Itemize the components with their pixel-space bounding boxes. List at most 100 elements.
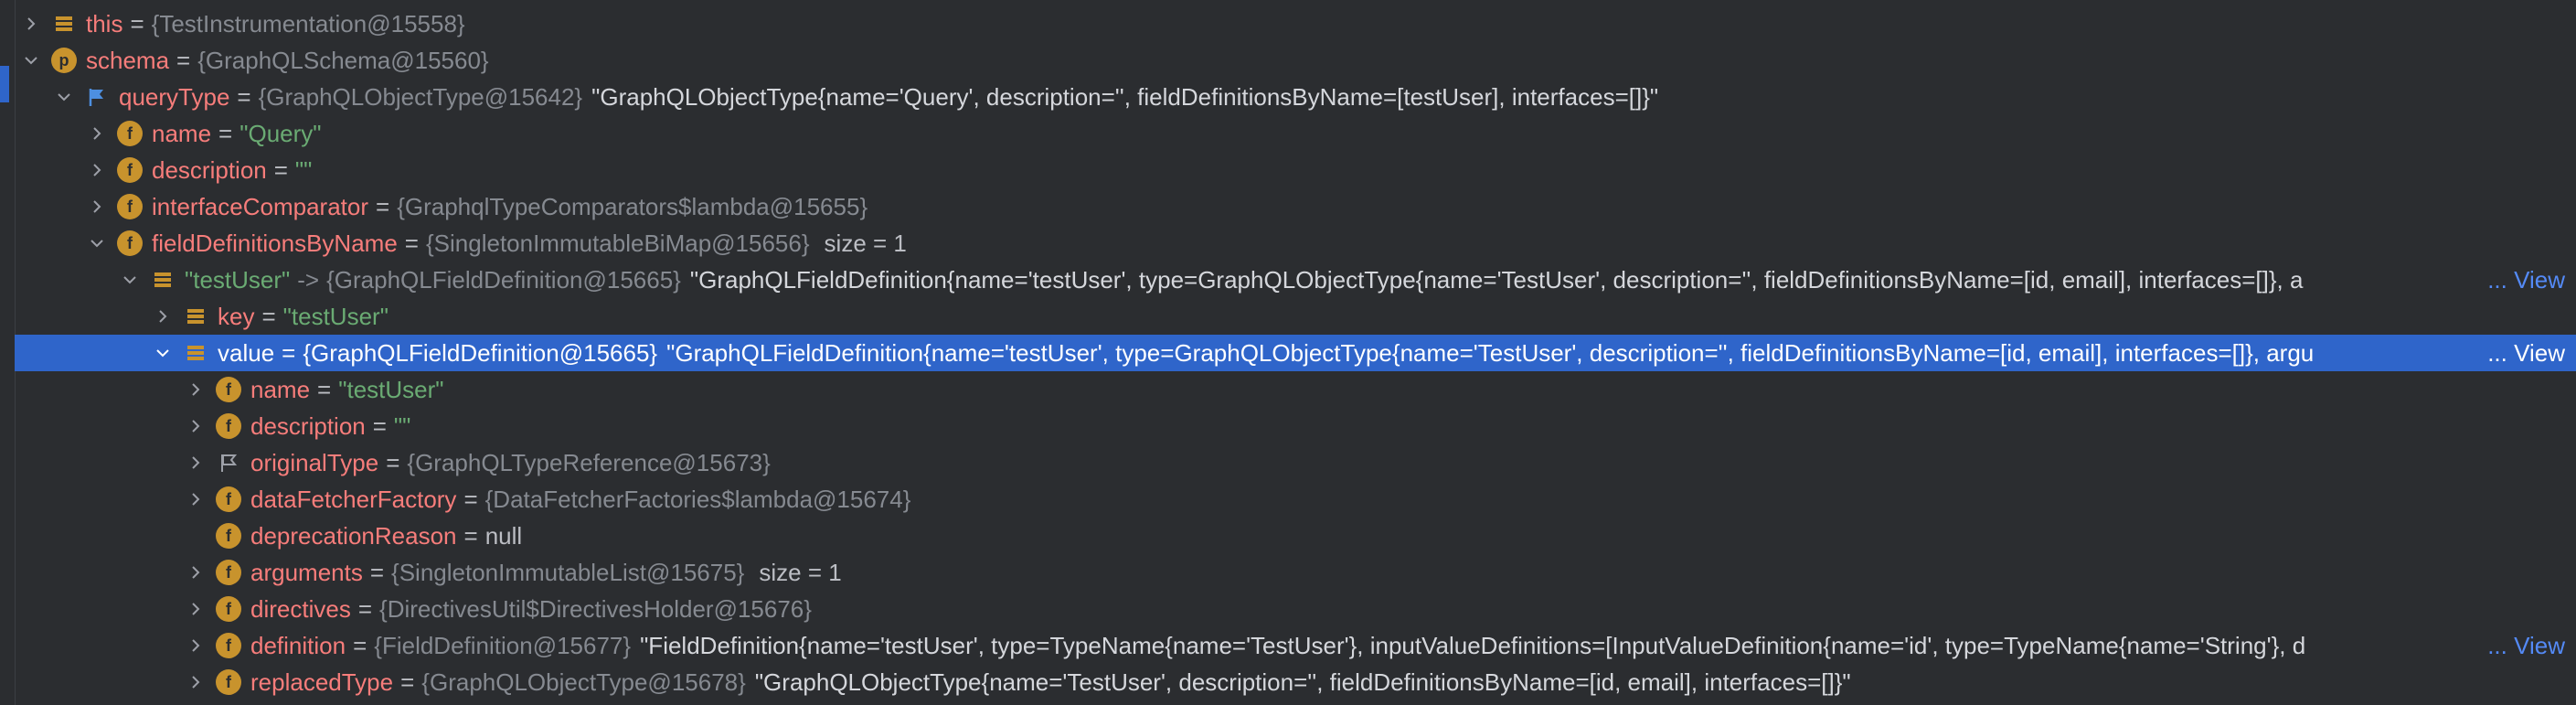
flag-icon [84, 84, 110, 110]
chevron-right-icon[interactable] [185, 452, 207, 474]
object-reference: {SingletonImmutableList@15675} [391, 558, 745, 586]
equals-sign: = [372, 411, 387, 440]
chevron-right-icon[interactable] [185, 598, 207, 620]
field-icon: f [117, 121, 143, 146]
chevron-right-icon[interactable] [185, 415, 207, 437]
tree-row-replacedtype[interactable]: f replacedType = {GraphQLObjectType@1567… [15, 664, 2576, 700]
chevron-down-icon[interactable] [20, 49, 42, 71]
view-link[interactable]: ... View [2482, 627, 2565, 664]
object-description: "FieldDefinition{name='testUser', type=T… [640, 631, 2306, 659]
variable-name: definition [250, 631, 346, 659]
list-icon [51, 11, 77, 37]
object-reference: {GraphQLTypeReference@15673} [407, 448, 771, 476]
collection-size: size = 1 [824, 229, 907, 257]
string-value: "" [294, 155, 313, 184]
chevron-right-icon[interactable] [86, 196, 108, 218]
tree-row-name[interactable]: f name = "Query" [15, 115, 2576, 152]
field-icon: f [216, 486, 241, 512]
field-icon: f [117, 194, 143, 219]
variable-name: description [250, 411, 366, 440]
chevron-down-icon[interactable] [119, 269, 141, 291]
tree-row-querytype[interactable]: queryType = {GraphQLObjectType@15642} "G… [15, 79, 2576, 115]
string-value: "testUser" [338, 375, 444, 403]
variable-name: directives [250, 594, 351, 623]
tree-row-interfacecomparator[interactable]: f interfaceComparator = {GraphqlTypeComp… [15, 188, 2576, 225]
tree-row-description[interactable]: f description = "" [15, 152, 2576, 188]
tree-row-deprecationreason[interactable]: f deprecationReason = null [15, 518, 2576, 554]
tree-row-this[interactable]: this = {TestInstrumentation@15558} [15, 5, 2576, 42]
variable-name: interfaceComparator [152, 192, 368, 220]
chevron-right-icon[interactable] [185, 635, 207, 657]
variable-name: dataFetcherFactory [250, 485, 457, 513]
view-link[interactable]: ... View [2482, 262, 2565, 298]
collection-size: size = 1 [759, 558, 842, 586]
field-icon: f [216, 633, 241, 658]
chevron-down-icon[interactable] [53, 86, 75, 108]
object-reference: {SingletonImmutableBiMap@15656} [425, 229, 810, 257]
chevron-right-icon[interactable] [152, 305, 174, 327]
ellipsis: ... [2487, 632, 2507, 659]
tree-row-definition[interactable]: f definition = {FieldDefinition@15677} "… [15, 627, 2576, 664]
chevron-right-icon[interactable] [185, 488, 207, 510]
tree-row-map-entry[interactable]: "testUser" -> {GraphQLFieldDefinition@15… [15, 262, 2576, 298]
tree-row-arguments[interactable]: f arguments = {SingletonImmutableList@15… [15, 554, 2576, 591]
equals-sign: = [463, 485, 478, 513]
variable-name: name [152, 119, 212, 147]
parameter-icon: p [51, 48, 77, 73]
equals-sign: = [369, 558, 385, 586]
chevron-right-icon[interactable] [86, 123, 108, 144]
object-reference: {DataFetcherFactories$lambda@15674} [484, 485, 911, 513]
gutter-selection-marker [0, 66, 9, 102]
equals-sign: = [404, 229, 419, 257]
tree-row-originaltype[interactable]: originalType = {GraphQLTypeReference@156… [15, 444, 2576, 481]
chevron-right-icon[interactable] [20, 13, 42, 35]
field-icon: f [216, 596, 241, 622]
variable-name: value [218, 338, 275, 367]
object-reference: {GraphqlTypeComparators$lambda@15655} [397, 192, 868, 220]
object-reference: {GraphQLFieldDefinition@15665} [326, 265, 681, 294]
view-link-label: View [2514, 266, 2565, 294]
chevron-right-icon[interactable] [185, 671, 207, 693]
equals-sign: = [357, 594, 373, 623]
field-icon: f [216, 669, 241, 695]
equals-sign: = [386, 448, 400, 476]
tree-row-fielddefinitionsbyname[interactable]: f fieldDefinitionsByName = {SingletonImm… [15, 225, 2576, 262]
equals-sign: = [317, 375, 332, 403]
tree-row-schema[interactable]: p schema = {GraphQLSchema@15560} [15, 42, 2576, 79]
equals-sign: = [463, 521, 478, 550]
string-value: "Query" [240, 119, 322, 147]
object-reference: {GraphQLFieldDefinition@15665} [303, 338, 658, 367]
tree-row-directives[interactable]: f directives = {DirectivesUtil$Directive… [15, 591, 2576, 627]
tree-row-datafetcherfactory[interactable]: f dataFetcherFactory = {DataFetcherFacto… [15, 481, 2576, 518]
equals-sign: = [130, 9, 144, 37]
object-description: "GraphQLFieldDefinition{name='testUser',… [689, 265, 2304, 294]
tree-row-name[interactable]: f name = "testUser" [15, 371, 2576, 408]
tree-row-description[interactable]: f description = "" [15, 408, 2576, 444]
variable-name: name [250, 375, 311, 403]
string-value: "testUser" [282, 302, 389, 330]
chevron-down-icon[interactable] [86, 232, 108, 254]
chevron-right-icon[interactable] [86, 159, 108, 181]
variables-tree: this = {TestInstrumentation@15558} p sch… [15, 0, 2576, 705]
equals-sign: = [376, 192, 390, 220]
chevron-down-icon[interactable] [152, 342, 174, 364]
variable-name: queryType [119, 82, 230, 111]
list-icon [183, 304, 208, 329]
object-description: "GraphQLFieldDefinition{name='testUser',… [666, 338, 2315, 367]
object-reference: {GraphQLSchema@15560} [197, 46, 489, 74]
list-icon [183, 340, 208, 366]
equals-sign: = [400, 668, 415, 696]
tree-row-key[interactable]: key = "testUser" [15, 298, 2576, 335]
object-reference: {DirectivesUtil$DirectivesHolder@15676} [379, 594, 812, 623]
variable-name: arguments [250, 558, 363, 586]
equals-sign: = [273, 155, 288, 184]
field-icon: f [117, 230, 143, 256]
chevron-right-icon[interactable] [185, 561, 207, 583]
object-description: "GraphQLObjectType{name='TestUser', desc… [754, 668, 1851, 696]
field-icon: f [117, 157, 143, 183]
tree-row-value-selected[interactable]: value = {GraphQLFieldDefinition@15665} "… [15, 335, 2576, 371]
object-reference: {GraphQLObjectType@15678} [421, 668, 746, 696]
view-link[interactable]: ... View [2482, 335, 2565, 371]
equals-sign: = [282, 338, 296, 367]
chevron-right-icon[interactable] [185, 379, 207, 401]
